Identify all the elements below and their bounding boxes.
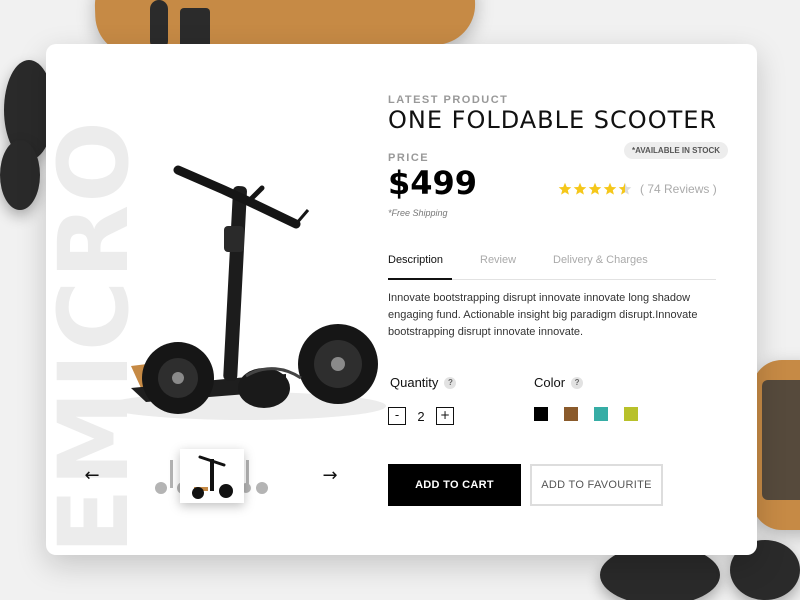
tab-review[interactable]: Review: [480, 254, 516, 266]
add-to-favourite-button[interactable]: ADD TO FAVOURITE: [530, 464, 663, 506]
background-scooter-bar: [180, 8, 210, 48]
color-swatch[interactable]: [534, 407, 548, 421]
color-help-icon[interactable]: ?: [571, 376, 584, 389]
product-eyebrow: LATEST PRODUCT: [388, 94, 509, 106]
background-scooter-bar: [150, 0, 168, 50]
product-description: Innovate bootstrapping disrupt innovate …: [388, 292, 698, 338]
star-icon: [603, 182, 617, 195]
product-title: ONE FOLDABLE SCOOTER: [388, 106, 718, 134]
color-swatches: [534, 407, 638, 421]
product-tabs: Description Review Delivery & Charges: [388, 252, 716, 280]
color-swatch[interactable]: [564, 407, 578, 421]
quantity-decrease-button[interactable]: -: [388, 407, 406, 425]
gallery-thumbnail-active[interactable]: [180, 449, 244, 503]
shipping-note: *Free Shipping: [388, 208, 448, 218]
star-icon: [558, 182, 572, 195]
quantity-label-text: Quantity: [390, 375, 439, 390]
product-price: $499: [388, 164, 478, 202]
stock-badge: *AVAILABLE IN STOCK: [624, 142, 729, 159]
color-swatch[interactable]: [594, 407, 608, 421]
quantity-help-icon[interactable]: ?: [444, 376, 457, 389]
quantity-label: Quantity ?: [390, 375, 457, 390]
background-wheel: [0, 140, 40, 210]
scooter-illustration: [106, 165, 386, 420]
quantity-stepper: - 2 +: [388, 407, 454, 425]
tab-description[interactable]: Description: [388, 254, 443, 266]
star-icon: [588, 182, 602, 195]
tab-delivery-charges[interactable]: Delivery & Charges: [553, 254, 648, 266]
product-main-image: [86, 106, 396, 436]
add-to-cart-button[interactable]: ADD TO CART: [388, 464, 521, 506]
color-label-text: Color: [534, 375, 566, 390]
price-label: PRICE: [388, 152, 430, 164]
quantity-increase-button[interactable]: +: [436, 407, 454, 425]
rating[interactable]: ( 74 Reviews ): [558, 182, 717, 196]
color-swatch[interactable]: [624, 407, 638, 421]
reviews-count[interactable]: ( 74 Reviews ): [640, 182, 717, 196]
scooter-thumbnail-image: [192, 455, 233, 499]
active-tab-indicator: [388, 278, 452, 280]
gallery-next-arrow-icon[interactable]: →: [320, 466, 340, 486]
star-icon: [618, 182, 632, 195]
product-card: EMICRO ← → LATEST PRODUCT ONE FOLDABLE S…: [46, 44, 757, 555]
gallery-prev-arrow-icon[interactable]: ←: [82, 466, 102, 486]
color-label: Color ?: [534, 375, 584, 390]
star-icon: [573, 182, 587, 195]
rating-stars: [558, 182, 632, 196]
quantity-value: 2: [417, 408, 425, 424]
background-scooter-plate: [762, 380, 800, 500]
